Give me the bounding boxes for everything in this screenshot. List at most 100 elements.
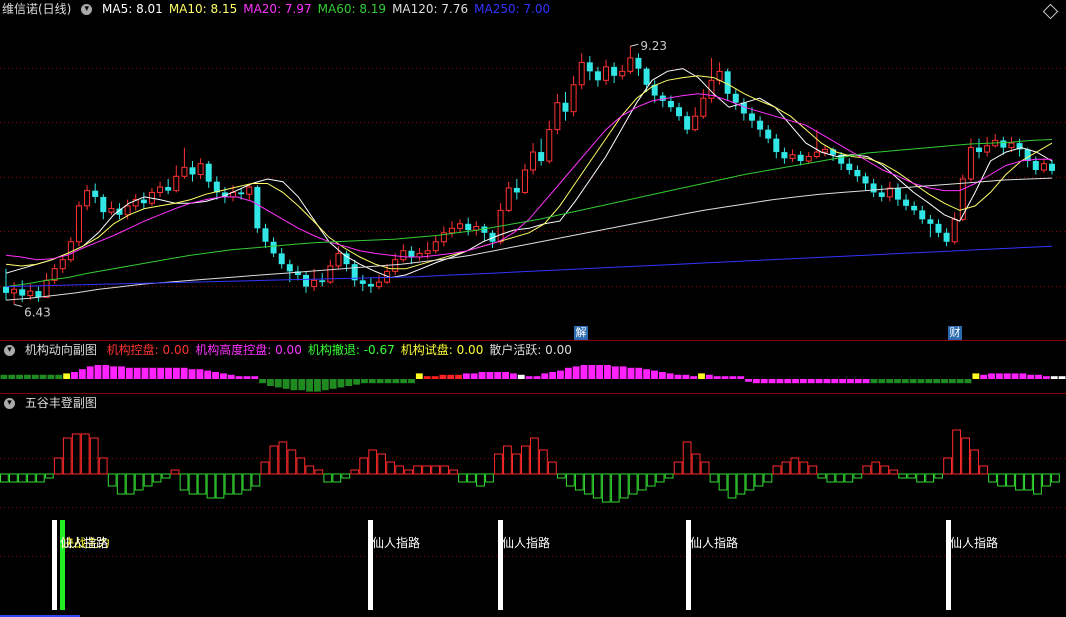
institution-bar <box>549 372 557 379</box>
candle <box>619 65 626 80</box>
histogram-bar <box>736 473 746 495</box>
candle <box>757 116 764 137</box>
histogram-bar <box>35 473 45 483</box>
institution-bar <box>948 379 956 384</box>
institution-bar <box>227 374 235 379</box>
candle <box>448 221 455 238</box>
candle <box>67 237 74 263</box>
institution-bar <box>596 365 604 379</box>
histogram-bar <box>592 473 602 499</box>
histogram-bar <box>269 445 279 475</box>
institution-bar <box>63 373 71 379</box>
histogram-bar <box>844 473 854 483</box>
candle <box>692 107 699 132</box>
candle <box>84 185 91 211</box>
histogram-bar <box>934 473 944 479</box>
institution-bar <box>925 379 933 384</box>
signal-label: 仙人指路 <box>372 535 420 550</box>
histogram-bar <box>44 473 54 479</box>
candle <box>108 201 115 215</box>
histogram-bar <box>458 473 467 483</box>
candle <box>367 277 374 293</box>
institution-bar <box>839 379 847 384</box>
histogram-bar <box>1024 473 1033 491</box>
institution-bar <box>353 379 361 385</box>
institution-bar <box>267 379 274 386</box>
candle <box>3 268 9 301</box>
candle <box>903 194 910 211</box>
candle <box>35 286 42 302</box>
candle <box>132 194 139 211</box>
histogram-bar <box>871 461 881 475</box>
ma-line <box>5 68 1053 279</box>
candle <box>773 134 780 159</box>
histogram-bar <box>80 433 90 475</box>
institution-bar <box>415 373 423 379</box>
institution-bar <box>604 365 611 379</box>
histogram-bar <box>98 457 108 475</box>
histogram-bar <box>233 473 243 495</box>
histogram-bar <box>538 449 548 475</box>
institution-bar <box>557 370 564 379</box>
histogram-bar <box>413 465 423 475</box>
candle <box>205 161 212 188</box>
signal-column <box>686 520 691 610</box>
histogram-bar <box>1051 473 1060 483</box>
institution-bar <box>721 376 729 379</box>
histogram-bar <box>862 465 872 475</box>
institution-bar <box>259 379 266 384</box>
institution-bar <box>204 370 212 379</box>
institution-bar <box>78 369 86 379</box>
candle <box>586 56 593 81</box>
ma-line <box>5 75 1053 270</box>
institution-bar <box>564 367 572 379</box>
institution-bar <box>478 372 486 379</box>
event-tag-unlock[interactable]: 解 <box>574 326 588 340</box>
institution-bar <box>282 379 290 389</box>
histogram-bar <box>386 461 396 475</box>
institution-bar <box>243 376 251 379</box>
histogram-bar <box>583 473 593 495</box>
institution-bar <box>314 379 321 392</box>
candle <box>927 214 934 238</box>
institution-bar <box>447 374 455 379</box>
candle <box>400 244 407 263</box>
histogram-bar <box>655 473 665 483</box>
candle <box>262 223 269 249</box>
candle <box>838 152 845 170</box>
candle <box>935 219 942 238</box>
institution-bar <box>611 366 619 379</box>
histogram-bar <box>664 473 674 479</box>
candle <box>59 255 66 274</box>
institution-bar <box>212 372 219 379</box>
institution-bar <box>94 365 102 379</box>
institution-bar <box>337 379 345 388</box>
institution-bar <box>894 379 901 384</box>
histogram-bar <box>979 465 988 475</box>
histogram-bar <box>709 473 719 483</box>
candle <box>813 129 820 159</box>
institution-bar <box>690 376 698 379</box>
institution-bar <box>8 374 16 379</box>
institution-bar <box>698 373 705 379</box>
candle <box>854 165 861 182</box>
institution-bar <box>509 373 517 379</box>
institution-bar <box>345 379 353 386</box>
event-tag-finance[interactable]: 财 <box>948 326 962 340</box>
candle <box>286 259 293 283</box>
institution-bar <box>306 379 314 392</box>
histogram-bar <box>781 461 791 475</box>
institution-bar <box>666 373 674 379</box>
candle <box>481 223 488 242</box>
histogram-bar <box>718 473 728 491</box>
institution-bar <box>619 366 627 379</box>
histogram-bar <box>619 473 629 499</box>
wugufengdeng-chart: 决战主力 仙人指路 仙人指路 仙人指路 仙人指路仙人指路 <box>0 429 1066 617</box>
histogram-bar <box>260 461 270 475</box>
institution-bar <box>995 373 1003 379</box>
histogram-bar <box>359 457 369 475</box>
candle <box>278 248 285 269</box>
candle <box>951 212 958 245</box>
histogram-bar <box>404 469 414 475</box>
candle <box>870 178 877 197</box>
